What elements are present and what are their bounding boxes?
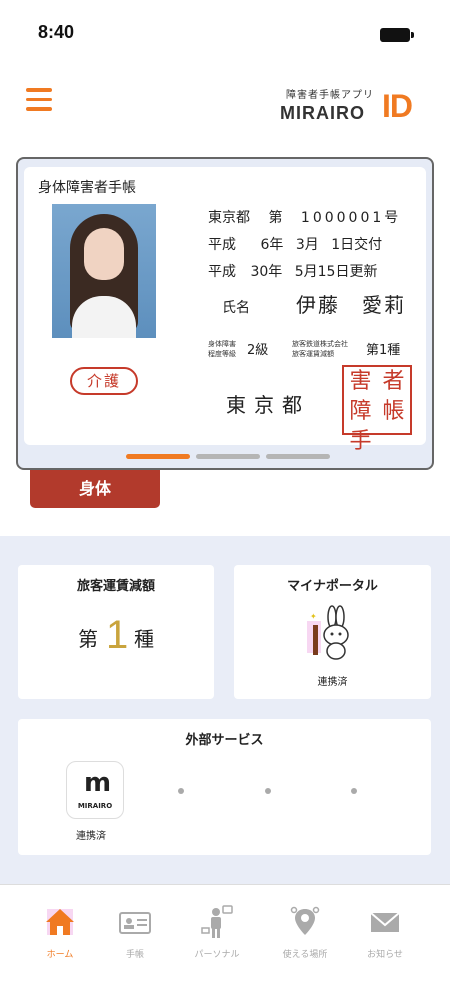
panel-title: 外部サービス [185, 733, 264, 748]
disability-grade: 2級 [247, 343, 269, 358]
external-services-panel: 外部サービス m MIRAIRO 連携済 [18, 719, 431, 855]
issue-month: 3月 [295, 237, 319, 253]
renew-date: 5月15日更新 [294, 264, 378, 280]
prefecture: 東京都 [208, 210, 250, 226]
mynaportal-mascot-icon: ✦ [307, 605, 349, 660]
nav-label: 使える場所 [282, 950, 328, 960]
nav-label: 手帳 [125, 950, 144, 960]
empty-service-slot [265, 788, 271, 794]
nav-notices[interactable]: お知らせ [340, 905, 430, 965]
nav-places[interactable]: 使える場所 [260, 905, 350, 965]
rail-discount-class: 第1種 [366, 343, 401, 358]
card-type-tab[interactable]: 身体 [30, 470, 160, 508]
service-status: 連携済 [76, 831, 106, 842]
issue-day: 1日交付 [331, 237, 383, 253]
holder-name: 伊藤 愛莉 [296, 293, 406, 317]
renew-era: 平成 [208, 264, 236, 280]
fare-class-suffix: 種 [134, 627, 154, 651]
pager-dot[interactable] [196, 454, 260, 459]
service-name: MIRAIRO [77, 802, 113, 810]
nav-label: パーソナル [194, 950, 240, 960]
empty-service-slot [351, 788, 357, 794]
number-label: 第 [268, 210, 283, 226]
card-title: 身体障害者手帳 [38, 180, 136, 196]
empty-service-slot [178, 788, 184, 794]
care-stamp: 介護 [70, 367, 138, 395]
mirairo-service-icon[interactable]: m MIRAIRO [66, 761, 124, 819]
pager-dot-active[interactable] [126, 454, 190, 459]
svg-text:✦: ✦ [310, 612, 317, 621]
status-bar: 8:40 [0, 0, 450, 70]
logo-id-mark: ID [382, 88, 413, 124]
issue-date-row: 平成 6年 3月 1日交付 [208, 234, 382, 254]
fare-discount-panel[interactable]: 旅客運賃減額 第 1 種 [18, 565, 214, 699]
hamburger-menu-icon[interactable] [26, 88, 52, 112]
panel-title: マイナポータル [287, 579, 378, 594]
logo-subtitle: 障害者手帳アプリ [286, 90, 374, 101]
disability-card-carousel[interactable]: 身体障害者手帳 介護 東京都 第 1000001号 平成 6年 3月 1日交付 … [16, 157, 434, 470]
name-label: 氏名 [222, 300, 250, 316]
disability-card: 身体障害者手帳 介護 東京都 第 1000001号 平成 6年 3月 1日交付 … [24, 167, 426, 454]
bottom-navigation: ホーム 手帳 パーソナル 使える場所 お知らせ [0, 884, 450, 988]
logo-wordmark: MIRAIRO [280, 103, 365, 123]
issue-year: 6年 [260, 237, 284, 253]
issue-era: 平成 [208, 237, 236, 253]
mynaportal-panel[interactable]: マイナポータル ✦ 連携済 [234, 565, 431, 699]
renew-year: 30年 [250, 264, 283, 280]
id-card-icon [119, 912, 151, 934]
disability-grade-label: 身体障害 程度等級 [208, 340, 236, 358]
card-number: 1000001号 [300, 210, 402, 226]
home-icon [46, 909, 74, 935]
location-pin-icon [290, 906, 320, 935]
person-icon [201, 905, 233, 938]
battery-icon [380, 28, 414, 42]
status-time: 8:40 [38, 22, 75, 42]
portrait-photo [52, 204, 156, 338]
mail-icon [370, 912, 400, 932]
official-seal: 害 者 障 帳 手 [342, 365, 412, 454]
rail-discount-label: 旅客鉄道株式会社 旅客運賃減額 [292, 340, 348, 358]
mynaportal-status: 連携済 [317, 677, 348, 688]
panel-title: 旅客運賃減額 [76, 579, 155, 594]
card-number-row: 東京都 第 1000001号 [208, 207, 401, 227]
app-logo: 障害者手帳アプリ MIRAIRO ID [280, 86, 430, 126]
issuer: 東京都 [226, 393, 310, 417]
nav-personal[interactable]: パーソナル [172, 905, 262, 965]
fare-class-number: 1 [106, 613, 129, 657]
nav-card[interactable]: 手帳 [90, 905, 180, 965]
pager-dot[interactable] [266, 454, 330, 459]
mirairo-m-logo-icon: m [84, 768, 112, 798]
renew-date-row: 平成 30年 5月15日更新 [208, 261, 377, 281]
nav-label: お知らせ [367, 950, 403, 960]
carousel-pager [126, 454, 334, 460]
fare-class-prefix: 第 [78, 627, 98, 651]
